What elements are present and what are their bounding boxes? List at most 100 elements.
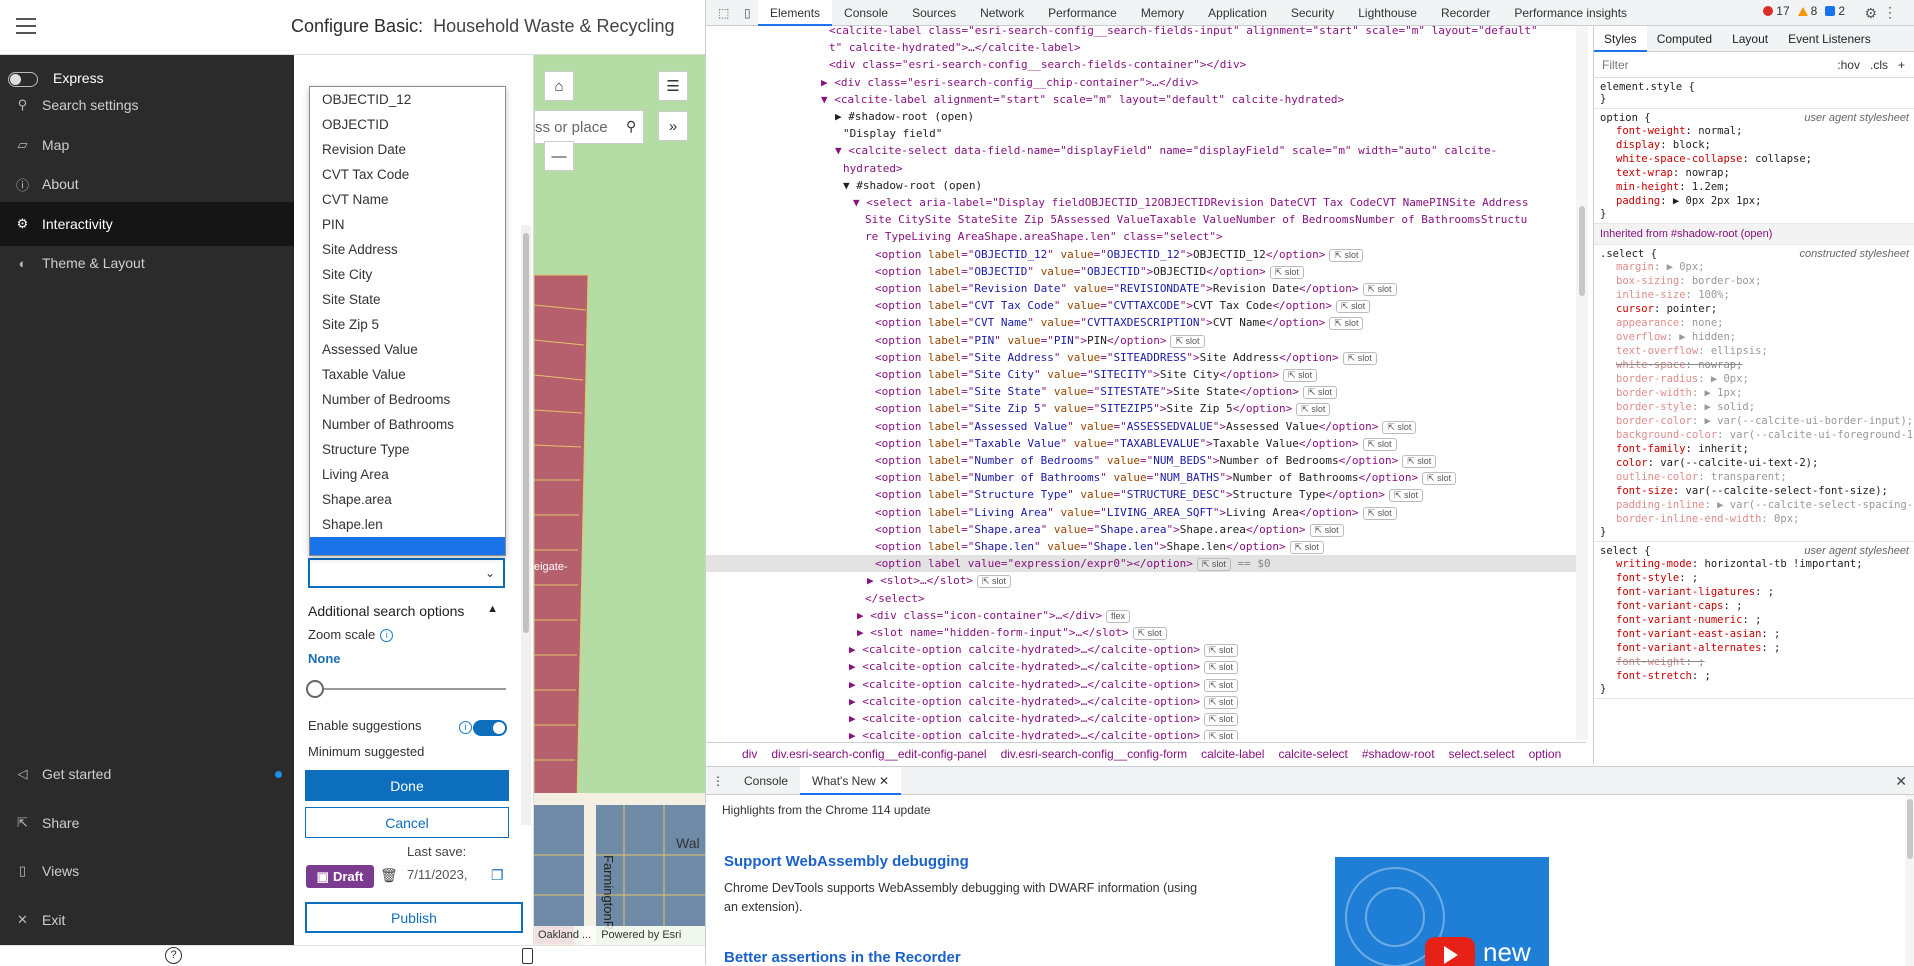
publish-button[interactable]: Publish [305,902,523,933]
dropdown-option[interactable]: Site Zip 5 [310,312,505,337]
dom-node[interactable]: <option label="Assessed Value" value="AS… [706,418,1576,435]
sidebar-item-get-started[interactable]: ◁ Get started [0,752,294,796]
close-icon[interactable]: ✕ [879,774,889,788]
issue-badges[interactable]: 17 8 2 [1763,4,1845,18]
css-property[interactable]: font-size: var(--calcite-select-font-siz… [1600,484,1909,498]
additional-search-options-header[interactable]: Additional search options ▲ [308,603,508,619]
css-property[interactable]: writing-mode: horizontal-tb !important; [1600,557,1909,571]
sidebar-item-theme-layout[interactable]: ◐ Theme & Layout [0,241,294,285]
whats-new-video-thumbnail[interactable]: new [1335,857,1549,966]
sidebar-item-map[interactable]: ▱ Map [0,123,294,167]
css-property[interactable]: font-weight: normal; [1600,124,1909,138]
dropdown-option[interactable]: Number of Bathrooms [310,412,505,437]
copy-icon[interactable]: ❐ [491,867,507,885]
css-property[interactable]: min-height: 1.2em; [1600,180,1909,194]
tab-performance-insights[interactable]: Performance insights [1502,0,1639,26]
dom-node[interactable]: ▶ #shadow-root (open) [706,108,1576,125]
draft-button[interactable]: ▣ Draft [306,865,374,888]
dropdown-option[interactable]: CVT Name [310,187,505,212]
css-rule[interactable]: option {user agent stylesheet font-weight… [1594,109,1914,224]
dom-node[interactable]: ▼ <select aria-label="Display fieldOBJEC… [706,194,1576,211]
breadcrumb-item[interactable]: div.esri-search-config__edit-config-pane… [771,747,986,761]
dom-node[interactable]: <option label="Taxable Value" value="TAX… [706,435,1576,452]
tab-recorder[interactable]: Recorder [1429,0,1502,26]
dom-node[interactable]: ▶ <div class="esri-search-config__chip-c… [706,74,1576,91]
map-view[interactable]: eigate- Wal FarmingtonR ⌂ ☰ ss or place ⚲… [534,55,705,945]
display-field-dropdown[interactable]: OBJECTID_12 OBJECTID Revision Date CVT Tax … [309,86,506,556]
css-property[interactable]: color: var(--calcite-ui-text-2); [1600,456,1909,470]
css-property[interactable]: border-width: ▶ 1px; [1600,386,1909,400]
tab-styles[interactable]: Styles [1594,26,1647,52]
display-field-select[interactable]: ⌄ [308,558,505,588]
tab-network[interactable]: Network [968,0,1036,26]
css-property[interactable]: font-variant-east-asian: ; [1600,627,1909,641]
dom-node[interactable]: ▶ <calcite-option calcite-hydrated>…</ca… [706,641,1576,658]
dropdown-option[interactable]: Site State [310,287,505,312]
css-property[interactable]: padding-inline: ▶ var(--calcite-select-s… [1600,498,1914,512]
css-rule[interactable]: select {user agent stylesheet writing-mod… [1594,542,1914,699]
dom-node[interactable]: <option label="Number of Bathrooms" valu… [706,469,1576,486]
dom-node[interactable]: <calcite-label class="esri-search-config… [706,26,1576,39]
dropdown-option-selected[interactable] [310,537,505,555]
css-property[interactable]: cursor: pointer; [1600,302,1909,316]
css-property[interactable]: font-weight: ; [1600,655,1909,669]
sidebar-item-share[interactable]: ⇱ Share [0,801,294,845]
dropdown-option[interactable]: OBJECTID_12 [310,87,505,112]
dom-node[interactable]: "Display field" [706,125,1576,142]
sidebar-item-views[interactable]: ▯ Views [0,849,294,893]
dom-node[interactable]: <div class="esri-search-config__search-f… [706,56,1576,73]
tab-console[interactable]: Console [832,0,900,26]
css-property[interactable]: font-style: ; [1600,571,1909,585]
hamburger-menu-icon[interactable] [16,18,36,34]
breadcrumb-item[interactable]: select.select [1449,747,1515,761]
more-vertical-icon[interactable]: ⋮ [712,774,724,788]
sidebar-item-search-settings[interactable]: ⚲ Search settings [0,83,294,127]
close-drawer-icon[interactable]: ✕ [1895,773,1907,790]
tab-whats-new[interactable]: What's New ✕ [800,766,902,795]
error-badge[interactable]: 17 [1763,4,1790,18]
breadcrumb-item[interactable]: div.esri-search-config__config-form [1001,747,1188,761]
tab-sources[interactable]: Sources [900,0,968,26]
panel-scrollbar[interactable] [521,225,531,825]
dom-node[interactable]: ▼ <calcite-label alignment="start" scale… [706,91,1576,108]
dom-node[interactable]: <option label="CVT Tax Code" value="CVTT… [706,297,1576,314]
phone-icon[interactable] [522,948,533,964]
elements-scrollbar[interactable] [1576,26,1588,740]
tab-memory[interactable]: Memory [1129,0,1196,26]
breadcrumb-item[interactable]: calcite-label [1201,747,1264,761]
tab-console[interactable]: Console [732,767,800,795]
dom-node[interactable]: <option label="Site City" value="SITECIT… [706,366,1576,383]
dropdown-option[interactable]: Site City [310,262,505,287]
dom-node[interactable]: ▶ <div class="icon-container">…</div> fle… [706,607,1576,624]
whats-new-link[interactable]: Support WebAssembly debugging [724,853,969,870]
dom-node[interactable]: <option label="OBJECTID_12" value="OBJEC… [706,246,1576,263]
breadcrumb-item[interactable]: option [1529,747,1562,761]
dom-node[interactable]: Site CitySite StateSite Zip 5Assessed Va… [706,211,1576,228]
dropdown-option[interactable]: Assessed Value [310,337,505,362]
tab-security[interactable]: Security [1279,0,1346,26]
tab-event-listeners[interactable]: Event Listeners [1778,26,1881,52]
dom-node[interactable]: <option label="Site Address" value="SITE… [706,349,1576,366]
css-property[interactable]: font-stretch: ; [1600,669,1909,683]
sidebar-item-about[interactable]: ⓘ About [0,162,294,206]
cancel-button[interactable]: Cancel [305,807,509,838]
breadcrumb-item[interactable]: calcite-select [1278,747,1347,761]
dom-node[interactable]: hydrated> [706,160,1576,177]
css-property[interactable]: font-family: inherit; [1600,442,1909,456]
dom-node[interactable]: ▶ <calcite-option calcite-hydrated>…</ca… [706,710,1576,727]
tab-elements[interactable]: Elements [758,0,833,26]
dropdown-option[interactable]: Living Area [310,462,505,487]
css-property[interactable]: appearance: none; [1600,316,1909,330]
search-icon[interactable]: ⚲ [626,118,636,135]
css-property[interactable]: white-space-collapse: collapse; [1600,152,1909,166]
trash-icon[interactable]: 🗑 [380,867,398,885]
elements-tree[interactable]: <calcite-label class="esri-search-config… [706,26,1576,740]
dom-node[interactable]: t" calcite-hydrated">…</calcite-label> [706,39,1576,56]
tab-computed[interactable]: Computed [1647,26,1722,52]
dropdown-option[interactable]: CVT Tax Code [310,162,505,187]
sidebar-item-interactivity[interactable]: ⚙ Interactivity [0,201,294,246]
dom-node[interactable]: ▼ <calcite-select data-field-name="displ… [706,142,1576,159]
dom-node[interactable]: <option label="OBJECTID" value="OBJECTID… [706,263,1576,280]
hov-toggle[interactable]: :hov [1837,58,1860,72]
cls-toggle[interactable]: .cls [1870,58,1888,72]
